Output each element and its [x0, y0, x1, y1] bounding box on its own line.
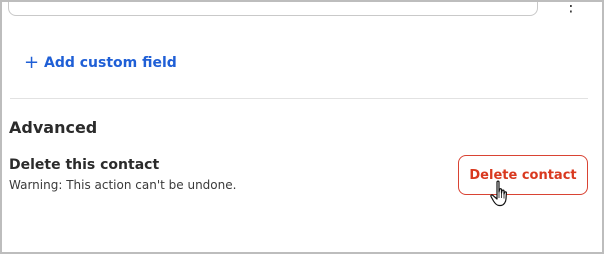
advanced-section-title: Advanced [9, 118, 98, 137]
delete-contact-button[interactable]: Delete contact [458, 155, 588, 195]
contact-settings-panel: arop ⋮ + Add custom field Advanced Delet… [0, 0, 604, 254]
section-divider [10, 98, 588, 99]
delete-contact-heading: Delete this contact [9, 157, 160, 173]
add-custom-field-label: Add custom field [44, 55, 177, 71]
custom-field-value: arop [27, 2, 58, 3]
custom-field-input[interactable]: arop [8, 2, 538, 16]
delete-warning-text: Warning: This action can't be undone. [9, 178, 237, 192]
kebab-menu-icon[interactable]: ⋮ [563, 2, 579, 14]
plus-icon: + [24, 52, 40, 73]
hand-pointer-cursor-icon [490, 180, 507, 207]
add-custom-field-button[interactable]: + Add custom field [24, 54, 177, 72]
